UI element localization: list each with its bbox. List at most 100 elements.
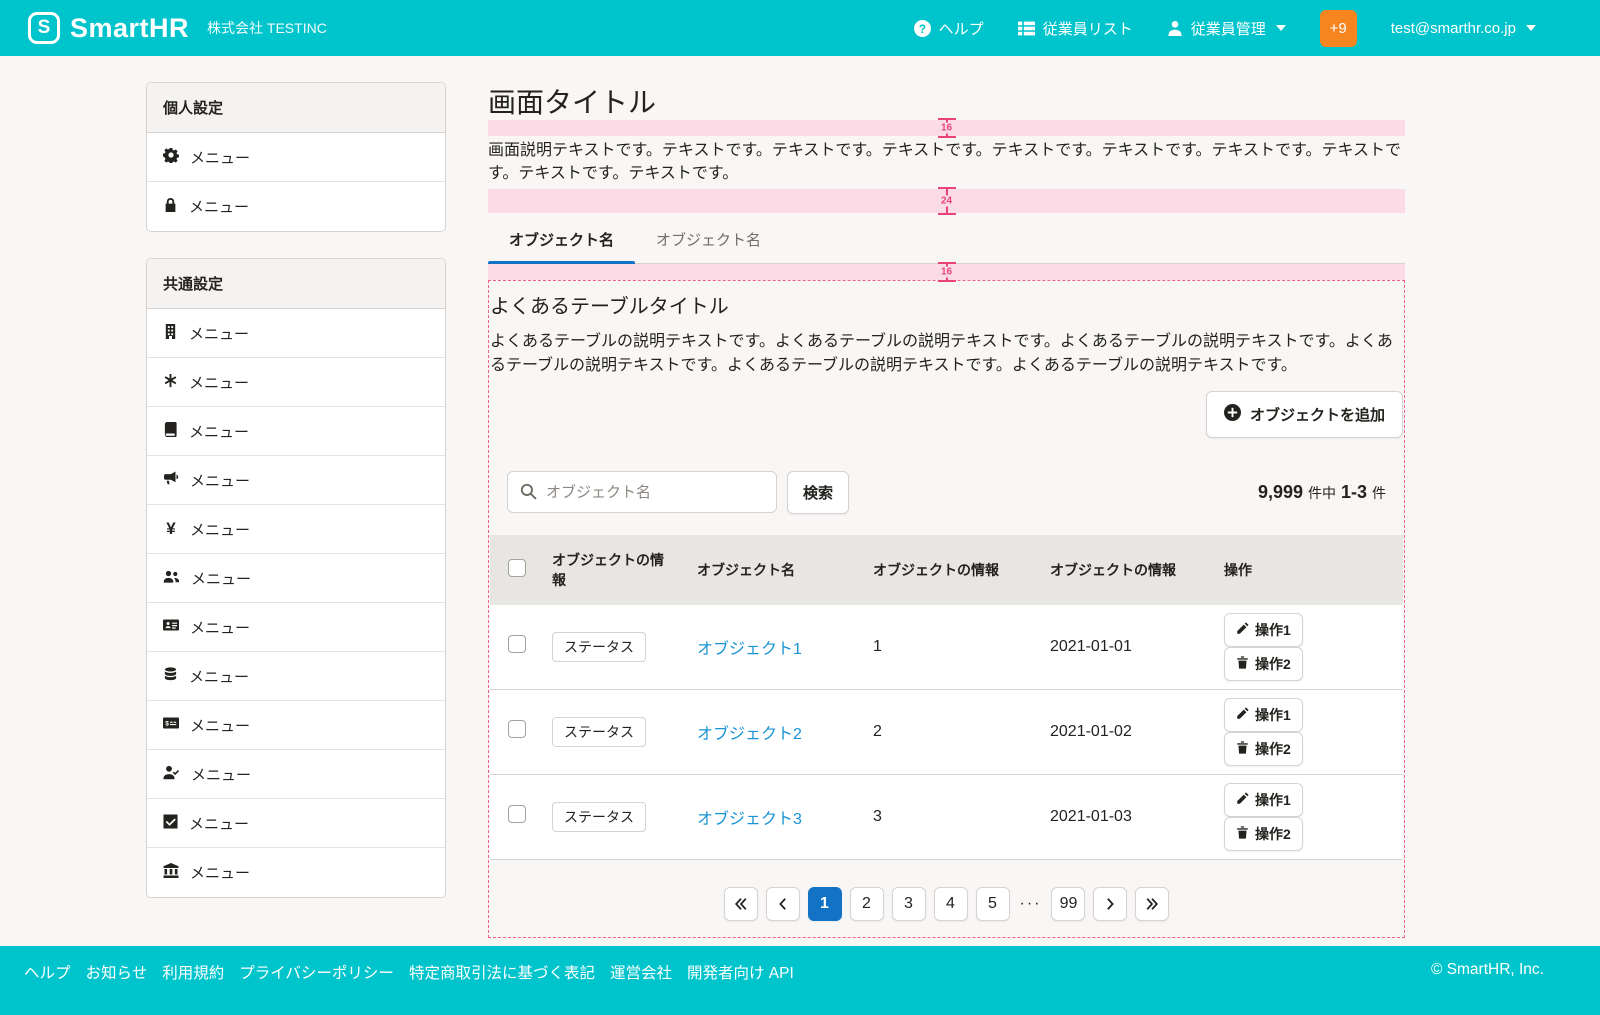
spacing-annotation-16: 16	[488, 120, 1405, 136]
object-link[interactable]: オブジェクト3	[697, 811, 802, 828]
sidebar-item-announcement[interactable]: メニュー	[147, 456, 445, 505]
row-checkbox[interactable]	[508, 720, 526, 738]
tab-object-2[interactable]: オブジェクト名	[635, 220, 782, 263]
edit-button[interactable]: 操作1	[1224, 783, 1303, 817]
sidebar-item-landmark[interactable]: メニュー	[147, 848, 445, 897]
last-page-button[interactable]	[1135, 887, 1169, 921]
trash-icon	[1236, 826, 1249, 842]
edit-button[interactable]: 操作1	[1224, 698, 1303, 732]
first-page-button[interactable]	[724, 887, 758, 921]
sidebar-item-book[interactable]: メニュー	[147, 407, 445, 456]
footer-links: ヘルプ お知らせ 利用規約 プライバシーポリシー 特定商取引法に基づく表記 運営…	[24, 961, 794, 1015]
table-description: よくあるテーブルの説明テキストです。よくあるテーブルの説明テキストです。よくある…	[490, 330, 1403, 378]
delete-button[interactable]: 操作2	[1224, 647, 1303, 681]
object-date-cell: 2021-01-02	[1040, 689, 1214, 774]
footer-link-terms[interactable]: 利用規約	[162, 961, 224, 1015]
header-employee-admin-menu[interactable]: 従業員管理	[1167, 18, 1286, 39]
sidebar-item-database[interactable]: メニュー	[147, 652, 445, 701]
sidebar: 個人設定 メニュー メニュー 共通設定 メニュー メニュー	[146, 82, 446, 946]
next-page-button[interactable]	[1093, 887, 1127, 921]
search-input[interactable]	[507, 471, 777, 513]
help-icon: ?	[914, 20, 931, 37]
object-info-cell: 1	[863, 605, 1040, 690]
header-help-link[interactable]: ? ヘルプ	[914, 18, 984, 39]
content-area: 個人設定 メニュー メニュー 共通設定 メニュー メニュー	[0, 56, 1600, 946]
tab-bar: オブジェクト名 オブジェクト名	[488, 220, 1405, 264]
user-check-icon	[163, 765, 180, 784]
header-employee-list-link[interactable]: 従業員リスト	[1018, 18, 1133, 39]
book-icon	[163, 422, 178, 441]
column-header: オブジェクトの情報	[542, 535, 687, 605]
search-icon	[520, 483, 537, 505]
check-square-icon	[163, 814, 178, 833]
object-link[interactable]: オブジェクト1	[697, 641, 802, 658]
table-row: ステータス オブジェクト1 1 2021-01-01 操作1 操作2	[490, 605, 1403, 690]
status-badge: ステータス	[552, 717, 646, 747]
page-description: 画面説明テキストです。テキストです。テキストです。テキストです。テキストです。テ…	[488, 139, 1405, 185]
footer-link-privacy[interactable]: プライバシーポリシー	[239, 961, 394, 1015]
copyright: © SmartHR, Inc.	[1431, 961, 1544, 1015]
delete-button[interactable]: 操作2	[1224, 817, 1303, 851]
table-title: よくあるテーブルタイトル	[490, 290, 1403, 319]
sidebar-item-security[interactable]: メニュー	[147, 182, 445, 231]
sidebar-item-money-check[interactable]: $ メニュー	[147, 701, 445, 750]
page-button-5[interactable]: 5	[976, 887, 1010, 921]
footer-link-help[interactable]: ヘルプ	[24, 961, 71, 1015]
sidebar-item-asterisk[interactable]: メニュー	[147, 358, 445, 407]
account-menu[interactable]: test@smarthr.co.jp	[1391, 20, 1536, 37]
status-badge: ステータス	[552, 632, 646, 662]
plus-circle-icon	[1224, 404, 1241, 425]
edit-button[interactable]: 操作1	[1224, 613, 1303, 647]
table-header-row: オブジェクトの情報 オブジェクト名 オブジェクトの情報 オブジェクトの情報 操作	[490, 535, 1403, 605]
page-button-4[interactable]: 4	[934, 887, 968, 921]
status-badge: ステータス	[552, 802, 646, 832]
object-date-cell: 2021-01-01	[1040, 605, 1214, 690]
object-link[interactable]: オブジェクト2	[697, 726, 802, 743]
sidebar-item-user-check[interactable]: メニュー	[147, 750, 445, 799]
pencil-icon	[1236, 707, 1249, 723]
sidebar-group-title: 共通設定	[147, 259, 445, 309]
object-info-cell: 2	[863, 689, 1040, 774]
result-count: 9,999件中 1-3件	[1258, 482, 1386, 503]
smarthr-logo[interactable]: S SmartHR	[28, 12, 189, 44]
row-checkbox[interactable]	[508, 635, 526, 653]
pagination: 1 2 3 4 5 ··· 99	[490, 887, 1403, 921]
table-panel: よくあるテーブルタイトル よくあるテーブルの説明テキストです。よくあるテーブルの…	[488, 280, 1405, 938]
sidebar-item-check-square[interactable]: メニュー	[147, 799, 445, 848]
page-button-2[interactable]: 2	[850, 887, 884, 921]
list-icon	[1018, 20, 1035, 37]
asterisk-icon	[163, 373, 178, 392]
trash-icon	[1236, 656, 1249, 672]
sidebar-item-id-card[interactable]: メニュー	[147, 603, 445, 652]
table-row: ステータス オブジェクト2 2 2021-01-02 操作1 操作2	[490, 689, 1403, 774]
footer-link-developer-api[interactable]: 開発者向け API	[687, 961, 794, 1015]
add-object-button[interactable]: オブジェクトを追加	[1206, 391, 1403, 438]
prev-page-button[interactable]	[766, 887, 800, 921]
notification-badge[interactable]: +9	[1320, 10, 1357, 47]
page-button-99[interactable]: 99	[1051, 887, 1085, 921]
app-footer: ヘルプ お知らせ 利用規約 プライバシーポリシー 特定商取引法に基づく表記 運営…	[0, 946, 1600, 1015]
row-checkbox[interactable]	[508, 805, 526, 823]
search-button[interactable]: 検索	[787, 471, 849, 514]
object-info-cell: 3	[863, 774, 1040, 859]
company-name: 株式会社 TESTINC	[207, 18, 327, 38]
sidebar-item-company[interactable]: メニュー	[147, 309, 445, 358]
object-date-cell: 2021-01-03	[1040, 774, 1214, 859]
delete-button[interactable]: 操作2	[1224, 732, 1303, 766]
footer-link-commerce-law[interactable]: 特定商取引法に基づく表記	[409, 961, 595, 1015]
sidebar-item-members[interactable]: メニュー	[147, 554, 445, 603]
footer-link-company[interactable]: 運営会社	[610, 961, 672, 1015]
svg-text:?: ?	[919, 22, 926, 35]
sidebar-item-settings[interactable]: メニュー	[147, 133, 445, 182]
page-title: 画面タイトル	[488, 86, 1405, 120]
bullhorn-icon	[163, 470, 179, 490]
page-button-3[interactable]: 3	[892, 887, 926, 921]
search-row: 検索 9,999件中 1-3件	[490, 471, 1403, 514]
sidebar-group-common: 共通設定 メニュー メニュー メニュー メニュー	[146, 258, 446, 898]
tab-object-1[interactable]: オブジェクト名	[488, 220, 635, 263]
sidebar-item-payment[interactable]: ¥ メニュー	[147, 505, 445, 554]
database-icon	[163, 667, 178, 686]
select-all-checkbox[interactable]	[508, 559, 526, 577]
page-button-1[interactable]: 1	[808, 887, 842, 921]
footer-link-news[interactable]: お知らせ	[86, 961, 148, 1015]
